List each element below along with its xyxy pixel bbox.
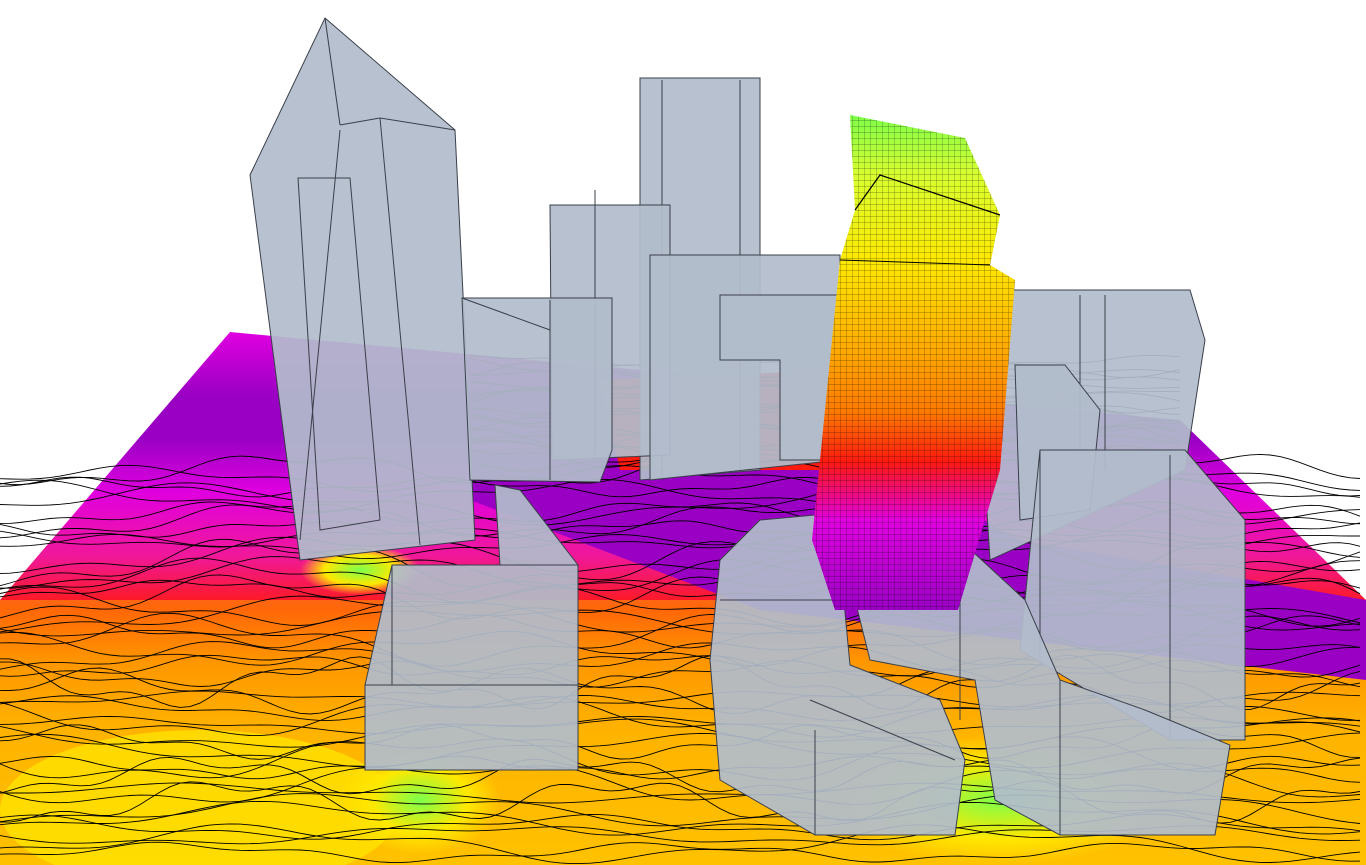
wind-field-3d-view <box>0 17 1366 865</box>
building-back-right-low <box>649 254 841 481</box>
buildings <box>249 17 1246 836</box>
building-mid-left-box <box>461 297 613 483</box>
